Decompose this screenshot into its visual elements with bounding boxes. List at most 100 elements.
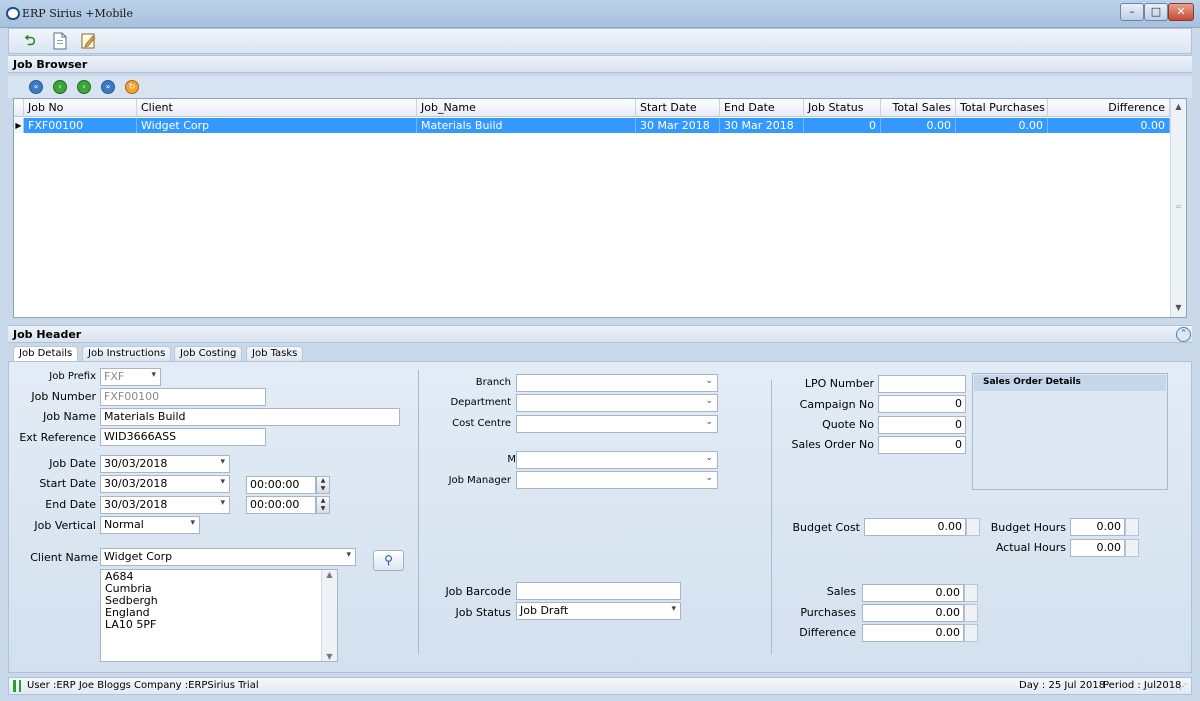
chevron-down-icon: ▾ bbox=[671, 604, 676, 614]
scroll-up-icon[interactable]: ▲ bbox=[322, 570, 337, 579]
ext-reference-label: Ext Reference bbox=[19, 431, 96, 444]
cost-centre-label: Cost Centre bbox=[452, 418, 511, 429]
sales-calculator-button[interactable] bbox=[964, 584, 978, 602]
job-barcode-field[interactable] bbox=[516, 582, 681, 600]
collapse-icon[interactable]: ⌃ bbox=[1176, 327, 1191, 342]
scroll-down-icon[interactable]: ▼ bbox=[322, 652, 337, 661]
budget-cost-field[interactable]: 0.00 bbox=[864, 518, 966, 536]
cell-client: Widget Corp bbox=[137, 118, 417, 133]
end-time-field[interactable]: 00:00:00 bbox=[246, 496, 316, 514]
client-name-value: Widget Corp bbox=[104, 550, 173, 563]
client-name-label: Client Name bbox=[30, 551, 98, 564]
client-address-box[interactable]: A684 Cumbria Sedbergh England LA10 5PF ▲… bbox=[100, 569, 338, 662]
job-barcode-label: Job Barcode bbox=[445, 585, 511, 598]
branch-label: Branch bbox=[475, 377, 511, 388]
scroll-down-icon[interactable]: ▼ bbox=[1171, 300, 1186, 316]
column-header-total-sales[interactable]: Total Sales bbox=[881, 99, 956, 117]
job-name-field[interactable]: Materials Build bbox=[100, 408, 400, 426]
maximize-button[interactable]: □ bbox=[1144, 3, 1168, 21]
edit-document-icon[interactable] bbox=[80, 32, 98, 50]
column-header-job-name[interactable]: Job_Name bbox=[417, 99, 636, 117]
status-user: User :ERP Joe Bloggs bbox=[27, 680, 131, 691]
close-button[interactable]: ✕ bbox=[1168, 3, 1194, 21]
first-record-icon[interactable]: « bbox=[29, 80, 43, 94]
campaign-no-field[interactable]: 0 bbox=[878, 395, 966, 413]
end-time-spinner[interactable]: ▲ ▼ bbox=[316, 496, 330, 514]
purchases-calculator-button[interactable] bbox=[964, 604, 978, 622]
chevron-down-icon: ⌄ bbox=[705, 376, 713, 386]
difference-calculator-button[interactable] bbox=[964, 624, 978, 642]
tab-job-tasks[interactable]: Job Tasks bbox=[246, 346, 304, 361]
tab-job-details[interactable]: Job Details bbox=[13, 346, 79, 361]
column-header-end-date[interactable]: End Date bbox=[720, 99, 804, 117]
job-date-picker[interactable]: 30/03/2018 ▾ bbox=[100, 455, 230, 473]
address-scrollbar[interactable]: ▲ ▼ bbox=[321, 570, 337, 661]
department-label: Department bbox=[450, 397, 511, 408]
binoculars-icon[interactable]: ⚲ bbox=[373, 550, 404, 571]
job-vertical-select[interactable]: Normal ▾ bbox=[100, 516, 200, 534]
unnamed-select[interactable]: ⌄ bbox=[516, 451, 718, 469]
purchases-field[interactable]: 0.00 bbox=[862, 604, 964, 622]
department-select[interactable]: ⌄ bbox=[516, 394, 718, 412]
start-time-spinner[interactable]: ▲ ▼ bbox=[316, 476, 330, 494]
job-name-label: Job Name bbox=[43, 410, 96, 423]
job-manager-select[interactable]: ⌄ bbox=[516, 471, 718, 489]
window-title: ERP Sirius +Mobile bbox=[22, 7, 133, 20]
tab-job-instructions[interactable]: Job Instructions bbox=[82, 346, 172, 361]
actual-hours-calculator-button[interactable] bbox=[1125, 539, 1139, 557]
job-grid: Job No Client Job_Name Start Date End Da… bbox=[13, 98, 1187, 318]
difference-field[interactable]: 0.00 bbox=[862, 624, 964, 642]
cell-job-status: 0 bbox=[804, 118, 881, 133]
purchases-label: Purchases bbox=[800, 606, 856, 619]
client-name-select[interactable]: Widget Corp ▾ bbox=[100, 548, 356, 566]
ext-reference-field[interactable]: WID3666ASS bbox=[100, 428, 266, 446]
cost-centre-select[interactable]: ⌄ bbox=[516, 415, 718, 433]
job-status-value: Job Draft bbox=[520, 604, 569, 617]
new-document-icon[interactable] bbox=[51, 32, 69, 50]
chevron-down-icon: ▾ bbox=[220, 498, 225, 508]
resize-grip-icon[interactable]: ⋰ bbox=[1179, 682, 1187, 691]
refresh-records-icon[interactable]: ↻ bbox=[125, 80, 139, 94]
minimize-button[interactable]: – bbox=[1120, 3, 1144, 21]
lpo-number-field[interactable] bbox=[878, 375, 966, 393]
previous-record-icon[interactable]: ‹ bbox=[53, 80, 67, 94]
budget-hours-label: Budget Hours bbox=[990, 521, 1066, 534]
scroll-grip-icon[interactable]: = bbox=[1171, 199, 1186, 215]
column-header-job-status[interactable]: Job Status bbox=[804, 99, 881, 117]
column-header-start-date[interactable]: Start Date bbox=[636, 99, 720, 117]
column-divider bbox=[418, 370, 419, 654]
refresh-icon[interactable]: ⮌ bbox=[21, 32, 39, 50]
cell-difference: 0.00 bbox=[1048, 118, 1170, 133]
start-date-picker[interactable]: 30/03/2018 ▾ bbox=[100, 475, 230, 493]
record-navigator: « ‹ › » ↻ bbox=[8, 76, 1192, 98]
sales-field[interactable]: 0.00 bbox=[862, 584, 964, 602]
column-divider bbox=[771, 380, 772, 654]
column-header-job-no[interactable]: Job No bbox=[24, 99, 137, 117]
column-header-client[interactable]: Client bbox=[137, 99, 417, 117]
app-icon bbox=[6, 7, 20, 20]
start-date-value: 30/03/2018 bbox=[104, 477, 168, 490]
budget-cost-calculator-button[interactable] bbox=[966, 518, 980, 536]
tab-job-costing[interactable]: Job Costing bbox=[174, 346, 243, 361]
address-line: LA10 5PF bbox=[105, 618, 157, 631]
cell-start-date: 30 Mar 2018 bbox=[636, 118, 720, 133]
start-time-field[interactable]: 00:00:00 bbox=[246, 476, 316, 494]
end-date-picker[interactable]: 30/03/2018 ▾ bbox=[100, 496, 230, 514]
budget-hours-field[interactable]: 0.00 bbox=[1070, 518, 1125, 536]
campaign-no-label: Campaign No bbox=[799, 398, 874, 411]
last-record-icon[interactable]: » bbox=[101, 80, 115, 94]
job-status-select[interactable]: Job Draft ▾ bbox=[516, 602, 681, 620]
sales-order-no-field[interactable]: 0 bbox=[878, 436, 966, 454]
branch-select[interactable]: ⌄ bbox=[516, 374, 718, 392]
column-header-total-purchases[interactable]: Total Purchases bbox=[956, 99, 1048, 117]
actual-hours-field[interactable]: 0.00 bbox=[1070, 539, 1125, 557]
column-header-difference[interactable]: Difference bbox=[1048, 99, 1170, 117]
grid-scrollbar[interactable]: ▲ = ▼ bbox=[1170, 99, 1186, 317]
job-number-field[interactable]: FXF00100 bbox=[100, 388, 266, 406]
next-record-icon[interactable]: › bbox=[77, 80, 91, 94]
scroll-up-icon[interactable]: ▲ bbox=[1171, 99, 1186, 115]
budget-hours-calculator-button[interactable] bbox=[1125, 518, 1139, 536]
quote-no-field[interactable]: 0 bbox=[878, 416, 966, 434]
table-row[interactable]: ▶ FXF00100 Widget Corp Materials Build 3… bbox=[14, 118, 1170, 133]
job-prefix-select[interactable]: FXF ▾ bbox=[100, 368, 161, 386]
